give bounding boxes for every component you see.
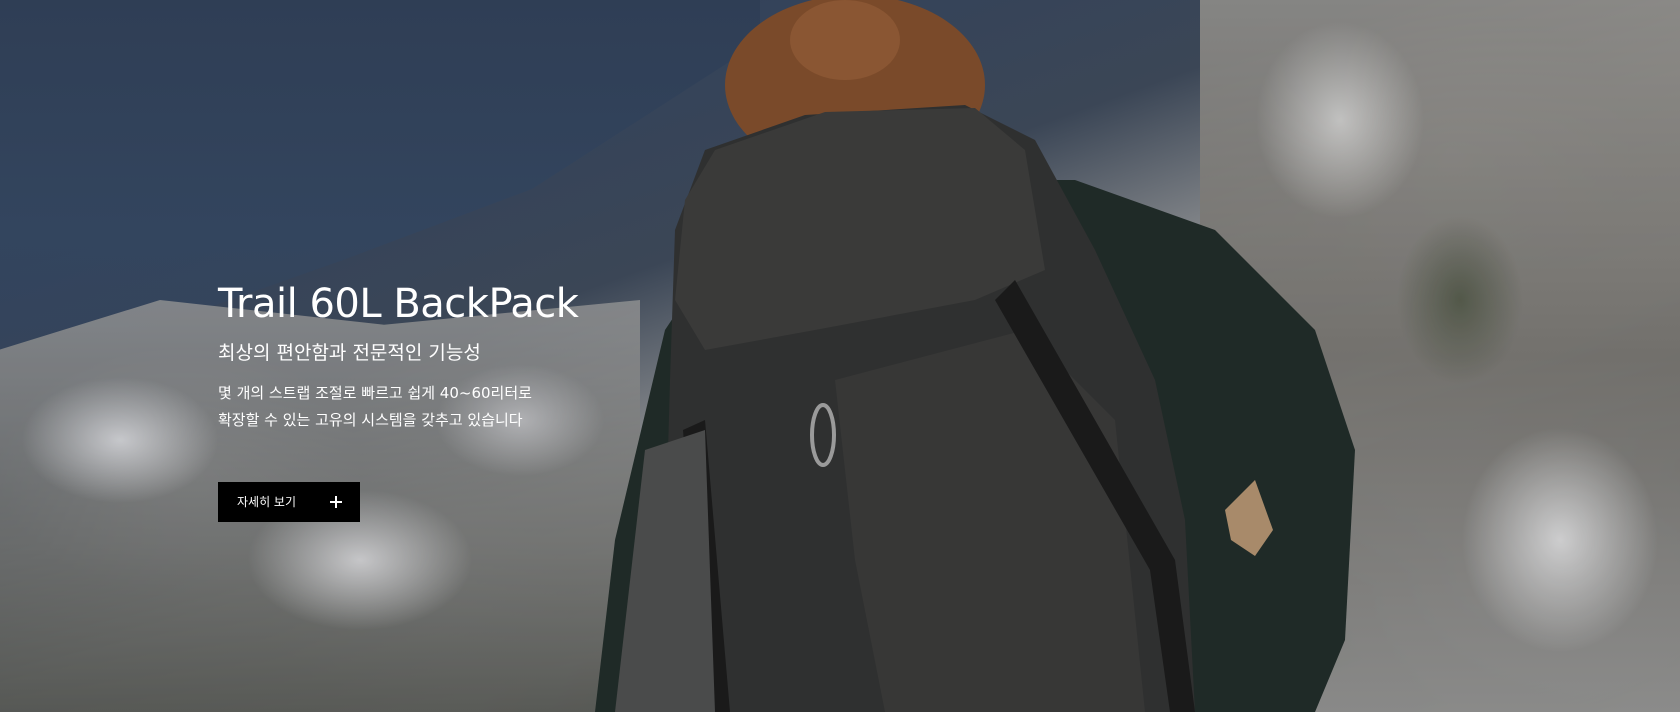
hero-title: Trail 60L BackPack xyxy=(218,281,579,327)
hero-subtitle: 최상의 편안함과 전문적인 기능성 xyxy=(218,342,481,364)
view-details-button[interactable]: 자세히 보기 xyxy=(218,482,360,522)
hero-banner: Trail 60L BackPack 최상의 편안함과 전문적인 기능성 몇 개… xyxy=(0,0,1680,712)
hero-description-line: 몇 개의 스트랩 조절로 빠르고 쉽게 40~60리터로 xyxy=(218,384,532,402)
hair-bun-shape xyxy=(790,0,900,80)
plus-icon xyxy=(330,496,342,508)
hero-description: 몇 개의 스트랩 조절로 빠르고 쉽게 40~60리터로 확장할 수 있는 고유… xyxy=(218,380,738,434)
hero-content: Trail 60L BackPack 최상의 편안함과 전문적인 기능성 몇 개… xyxy=(218,276,738,434)
view-details-label: 자세히 보기 xyxy=(237,495,297,509)
hero-description-line: 확장할 수 있는 고유의 시스템을 갖추고 있습니다 xyxy=(218,411,523,429)
